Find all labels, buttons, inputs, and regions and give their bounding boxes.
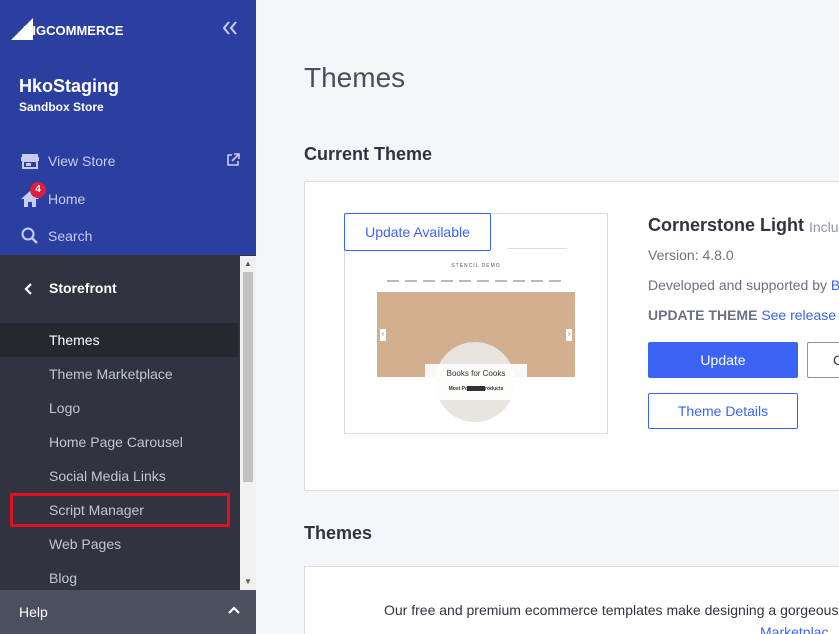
update-theme-label: UPDATE THEME [648, 307, 758, 323]
update-theme-row: UPDATE THEME See release no [648, 307, 839, 323]
sidebar-item-home-page-carousel[interactable]: Home Page Carousel [0, 425, 238, 459]
external-link-icon[interactable] [226, 153, 240, 167]
preview-brand: STENCIL DEMO [451, 263, 501, 269]
theme-preview-image: STENCIL DEMO Books for Cooks ‹ › Most Po… [377, 244, 575, 422]
page-title: Themes [304, 62, 406, 93]
sidebar-item-logo[interactable]: Logo [0, 391, 238, 425]
sidebar-item-label: Home Page Carousel [49, 434, 183, 450]
themes-heading: Themes [304, 523, 373, 543]
scroll-down-arrow-icon[interactable]: ▼ [240, 574, 256, 590]
update-available-button[interactable]: Update Available [344, 213, 491, 251]
nav-search[interactable]: Search [0, 221, 256, 251]
nav-label: View Store [48, 153, 116, 169]
sidebar-item-label: Blog [49, 570, 78, 586]
help-label: Help [19, 604, 48, 620]
themes-card [304, 566, 839, 634]
update-button[interactable]: Update [648, 342, 798, 378]
marketplace-link[interactable]: Marketplac [760, 624, 828, 634]
theme-developer: Developed and supported by B [648, 277, 839, 293]
chevron-up-icon [227, 601, 241, 622]
developer-link[interactable]: B [831, 277, 839, 293]
theme-version: Version: 4.8.0 [648, 247, 734, 263]
scrollbar-thumb[interactable] [243, 272, 253, 482]
section-title: Storefront [49, 280, 117, 296]
help-menu[interactable]: Help [0, 590, 256, 634]
sidebar-item-label: Social Media Links [49, 468, 166, 484]
theme-included-text: Inclu [809, 219, 839, 235]
sidebar-item-label: Themes [49, 332, 100, 348]
sidebar-item-theme-marketplace[interactable]: Theme Marketplace [0, 357, 238, 391]
release-notes-link[interactable]: See release no [761, 307, 839, 323]
sidebar-item-social-media-links[interactable]: Social Media Links [0, 459, 238, 493]
collapse-sidebar-icon[interactable] [222, 18, 240, 38]
sidebar-item-themes[interactable]: Themes [0, 323, 238, 357]
highlight-annotation [10, 493, 230, 527]
storefront-back-button[interactable]: Storefront [0, 272, 240, 306]
sidebar-item-label: Web Pages [49, 536, 122, 552]
nav-label: Home [48, 191, 86, 207]
preview-hero: Books for Cooks ‹ › [377, 292, 575, 422]
theme-details-button[interactable]: Theme Details [648, 393, 798, 429]
sidebar-item-web-pages[interactable]: Web Pages [0, 527, 238, 561]
current-theme-heading: Current Theme [304, 144, 433, 164]
nav-label: Search [48, 228, 93, 244]
nav-view-store[interactable]: View Store [0, 146, 256, 176]
sidebar-item-label: Theme Marketplace [49, 366, 173, 382]
store-subtitle: Sandbox Store [19, 100, 104, 114]
search-icon [20, 226, 40, 246]
svg-text:BIGCOMMERCE: BIGCOMMERCE [23, 23, 124, 38]
preview-hero-text: Books for Cooks [446, 369, 506, 378]
storefront-icon [20, 151, 40, 171]
promo-text: Our free and premium ecommerce templates… [384, 602, 839, 618]
chevron-left-icon [22, 280, 36, 298]
notification-badge: 4 [30, 182, 46, 198]
secondary-button[interactable]: C [807, 342, 839, 378]
bigcommerce-logo[interactable]: BIGCOMMERCE [11, 14, 131, 40]
preview-popular: Most Popular Products [448, 386, 504, 392]
store-name: HkoStaging [19, 76, 120, 96]
sidebar-item-label: Logo [49, 400, 81, 416]
scroll-up-arrow-icon[interactable]: ▲ [240, 256, 256, 272]
sidebar: BIGCOMMERCE HkoStaging Sandbox Store Vie… [0, 0, 256, 634]
developer-prefix: Developed and supported by [648, 277, 831, 293]
theme-name: Cornerstone Light [648, 215, 804, 235]
